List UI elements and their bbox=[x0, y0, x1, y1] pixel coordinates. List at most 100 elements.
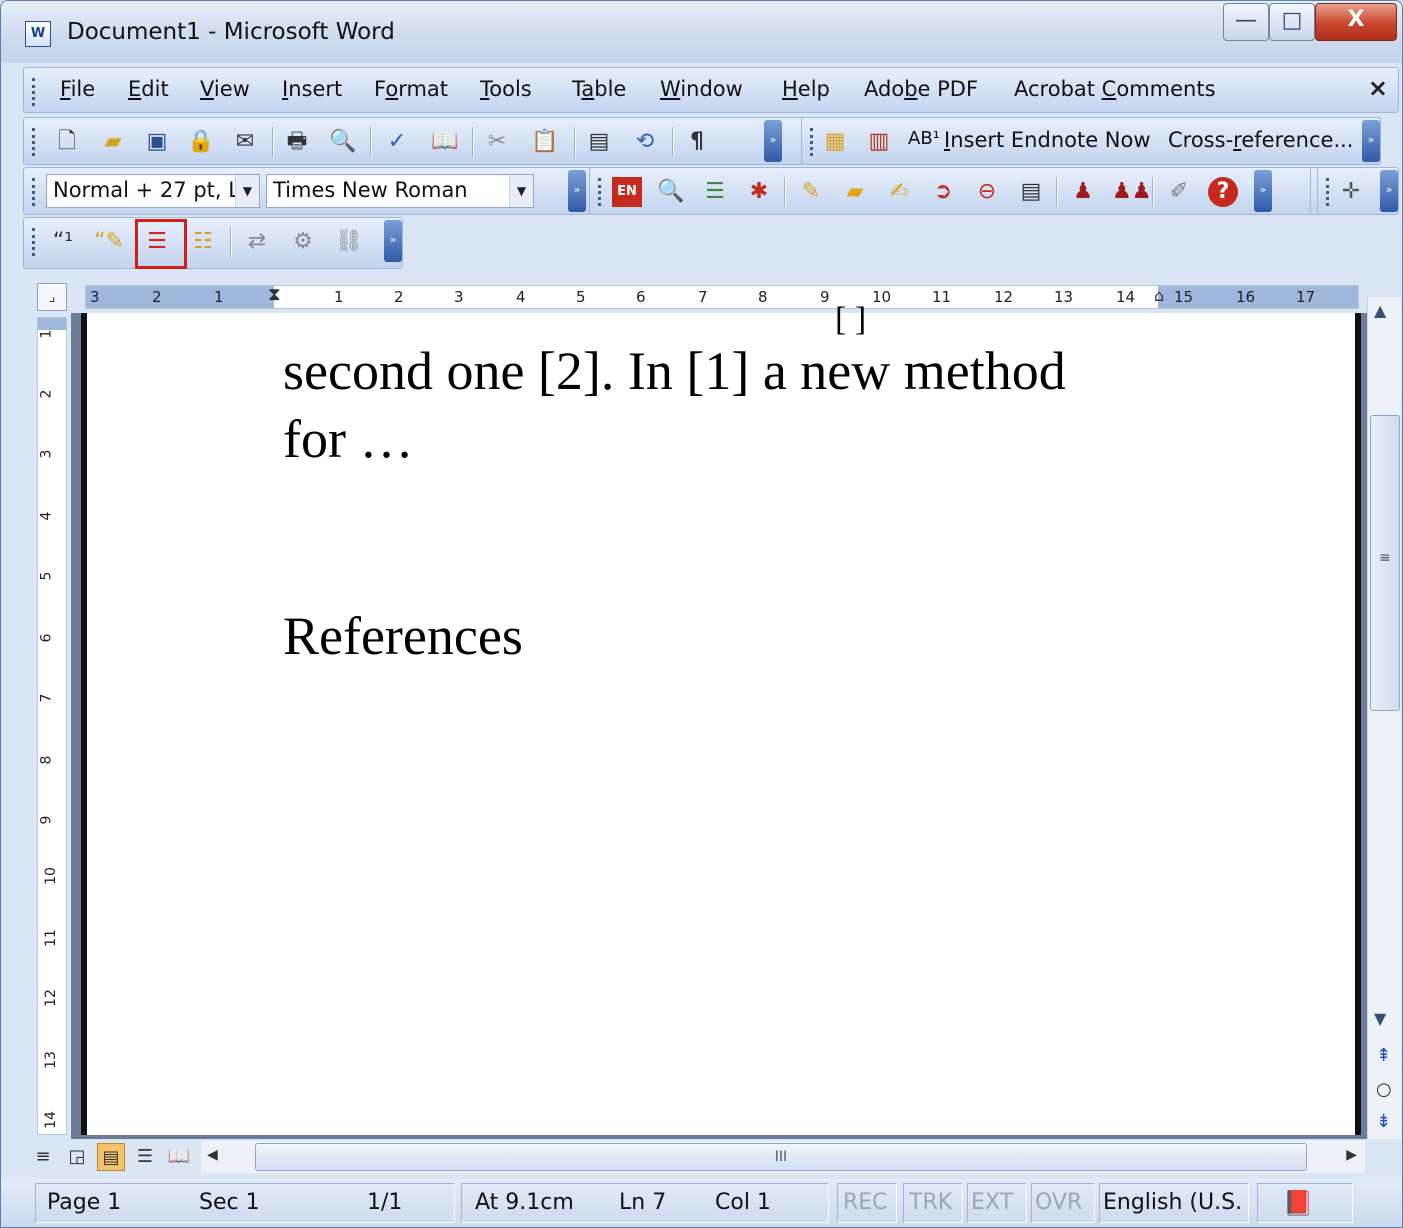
export-icon[interactable]: ▤ bbox=[1016, 177, 1046, 207]
menu-adobe-pdf[interactable]: Adobe PDF bbox=[864, 77, 978, 101]
menu-insert[interactable]: Insert bbox=[282, 77, 342, 101]
endnote-edit-icon[interactable]: ▥ bbox=[864, 127, 894, 157]
grip-handle[interactable] bbox=[810, 128, 813, 156]
grip-handle[interactable] bbox=[32, 78, 35, 106]
horizontal-scrollbar[interactable]: ◀ III ▶ bbox=[201, 1141, 1365, 1173]
grip-handle[interactable] bbox=[32, 228, 35, 256]
next-page-icon[interactable]: ⇟ bbox=[1376, 1111, 1391, 1132]
toolbar-options-chevron[interactable]: » bbox=[1362, 120, 1380, 162]
cut-icon[interactable]: ✂ bbox=[482, 127, 512, 157]
scroll-right-icon[interactable]: ▶ bbox=[1346, 1147, 1357, 1163]
insert-citation-icon[interactable]: “¹ bbox=[48, 227, 78, 257]
maximize-button[interactable]: □ bbox=[1269, 3, 1315, 41]
body-paragraph[interactable]: second one [2]. In [1] a new method for … bbox=[283, 337, 1183, 473]
spelling-book-icon[interactable]: 📕 bbox=[1283, 1185, 1313, 1221]
scroll-down-icon[interactable]: ▼ bbox=[1374, 1009, 1386, 1028]
tab-selector[interactable]: ⌟ bbox=[37, 283, 67, 311]
horizontal-ruler[interactable]: 3 2 1 ⧗ 1 2 3 4 5 6 7 8 9 10 11 12 13 14… bbox=[85, 284, 1359, 309]
edit-library-icon[interactable]: ✍ bbox=[884, 177, 914, 207]
indent-marker-icon[interactable]: ⧗ bbox=[268, 284, 281, 305]
horizontal-scroll-thumb[interactable]: III bbox=[255, 1143, 1307, 1171]
show-hide-icon[interactable]: ¶ bbox=[682, 127, 712, 157]
print-icon[interactable]: 🖶 bbox=[282, 127, 312, 157]
normal-view-icon[interactable]: ≡ bbox=[29, 1143, 57, 1171]
toolbar-options-chevron[interactable]: » bbox=[1380, 170, 1398, 212]
scroll-left-icon[interactable]: ◀ bbox=[207, 1147, 218, 1163]
research-icon[interactable]: 📖 bbox=[430, 127, 460, 157]
unformat-icon[interactable]: ✱ bbox=[744, 177, 774, 207]
menu-help[interactable]: Help bbox=[782, 77, 830, 101]
format-icon[interactable]: ☷ bbox=[188, 227, 218, 257]
new-document-icon[interactable]: 🗋 bbox=[52, 127, 82, 157]
folder-icon[interactable]: ▰ bbox=[840, 177, 870, 207]
menu-window[interactable]: Window bbox=[660, 77, 743, 101]
vertical-ruler[interactable]: 1 2 3 4 5 6 7 8 9 10 11 12 13 14 bbox=[37, 317, 67, 1135]
columns-icon[interactable]: ▤ bbox=[584, 127, 614, 157]
menu-view[interactable]: View bbox=[200, 77, 250, 101]
vertical-scrollbar[interactable]: ▲ ≡ ▼ ⇞ ○ ⇟ bbox=[1367, 297, 1401, 1139]
font-dropdown[interactable]: Times New Roman ▼ bbox=[266, 174, 534, 208]
print-preview-icon[interactable]: 🔍 bbox=[328, 127, 358, 157]
go-to-endnote-icon[interactable]: ➲ bbox=[928, 177, 958, 207]
menu-format[interactable]: Format bbox=[374, 77, 448, 101]
minimize-button[interactable]: — bbox=[1223, 3, 1269, 41]
document-page[interactable]: [ ] second one [2]. In [1] a new method … bbox=[81, 301, 1361, 1135]
insert-endnote-now-button[interactable]: Insert Endnote Now bbox=[944, 128, 1151, 152]
menu-edit[interactable]: Edit bbox=[128, 77, 169, 101]
find-citation-icon[interactable]: 🔍 bbox=[656, 177, 686, 207]
move-icon[interactable]: ✛ bbox=[1336, 177, 1366, 207]
figures-icon[interactable]: ♟♟ bbox=[1112, 177, 1151, 207]
web-layout-icon[interactable]: ◲ bbox=[63, 1143, 91, 1171]
menu-table[interactable]: Table bbox=[572, 77, 626, 101]
format-bibliography-icon[interactable]: ☰ bbox=[700, 177, 730, 207]
sync-icon[interactable]: ⇄ bbox=[242, 227, 272, 257]
style-dropdown[interactable]: Normal + 27 pt, L ▼ bbox=[46, 174, 260, 208]
link-icon[interactable]: ⛓ bbox=[334, 227, 364, 257]
outline-view-icon[interactable]: ☰ bbox=[131, 1143, 159, 1171]
status-ext[interactable]: EXT bbox=[971, 1185, 1013, 1221]
grip-handle[interactable] bbox=[32, 128, 35, 156]
status-trk[interactable]: TRK bbox=[909, 1185, 952, 1221]
email-icon[interactable]: ✉ bbox=[230, 127, 260, 157]
status-language[interactable]: English (U.S. bbox=[1103, 1185, 1242, 1221]
toolbar-options-chevron[interactable]: » bbox=[1254, 170, 1272, 212]
cross-reference-button[interactable]: Cross-reference... bbox=[1168, 128, 1353, 152]
select-browse-object-icon[interactable]: ○ bbox=[1376, 1079, 1392, 1100]
scroll-up-icon[interactable]: ▲ bbox=[1374, 301, 1386, 320]
status-rec[interactable]: REC bbox=[843, 1185, 888, 1221]
grip-handle[interactable] bbox=[1326, 178, 1329, 206]
endnote-en-icon[interactable]: EN bbox=[612, 177, 642, 207]
right-indent-marker-icon[interactable]: ⌂ bbox=[1154, 286, 1164, 305]
toolbar-options-chevron[interactable]: » bbox=[568, 170, 586, 212]
close-document-icon[interactable]: × bbox=[1368, 74, 1388, 102]
paste-icon[interactable]: 📋 bbox=[530, 127, 560, 157]
reading-layout-icon[interactable]: 📖 bbox=[165, 1143, 193, 1171]
pdf-icon[interactable]: ▦ bbox=[820, 127, 850, 157]
print-layout-icon[interactable]: ▤ bbox=[97, 1143, 125, 1171]
drawing-icon[interactable]: ⟲ bbox=[630, 127, 660, 157]
open-folder-icon[interactable]: ▰ bbox=[98, 127, 128, 157]
save-icon[interactable]: ▣ bbox=[142, 127, 172, 157]
references-heading[interactable]: References bbox=[283, 605, 523, 667]
figure-icon[interactable]: ♟ bbox=[1068, 177, 1098, 207]
permission-icon[interactable]: 🔒 bbox=[186, 127, 216, 157]
word-doc-icon[interactable]: W bbox=[25, 21, 51, 47]
vertical-scroll-thumb[interactable]: ≡ bbox=[1370, 415, 1400, 711]
edit-citation-icon[interactable]: ✎ bbox=[796, 177, 826, 207]
status-ovr[interactable]: OVR bbox=[1035, 1185, 1082, 1221]
endnote-ab-icon[interactable]: AB¹ bbox=[908, 128, 940, 149]
spelling-icon[interactable]: ✓ bbox=[382, 127, 412, 157]
toolbar-options-chevron[interactable]: » bbox=[384, 220, 402, 262]
help-icon[interactable]: ? bbox=[1208, 177, 1238, 207]
remove-codes-icon[interactable]: ⊖ bbox=[972, 177, 1002, 207]
previous-page-icon[interactable]: ⇞ bbox=[1376, 1045, 1391, 1066]
manage-icon[interactable]: ⚙ bbox=[288, 227, 318, 257]
menu-acrobat-comments[interactable]: Acrobat Comments bbox=[1014, 77, 1216, 101]
grip-handle[interactable] bbox=[598, 178, 601, 206]
grip-handle[interactable] bbox=[32, 178, 35, 206]
menu-file[interactable]: File bbox=[60, 77, 95, 101]
preferences-icon[interactable]: ✐ bbox=[1164, 177, 1194, 207]
edit-citation-icon[interactable]: “✎ bbox=[94, 227, 124, 257]
toolbar-options-chevron[interactable]: » bbox=[764, 120, 782, 162]
menu-tools[interactable]: Tools bbox=[480, 77, 532, 101]
